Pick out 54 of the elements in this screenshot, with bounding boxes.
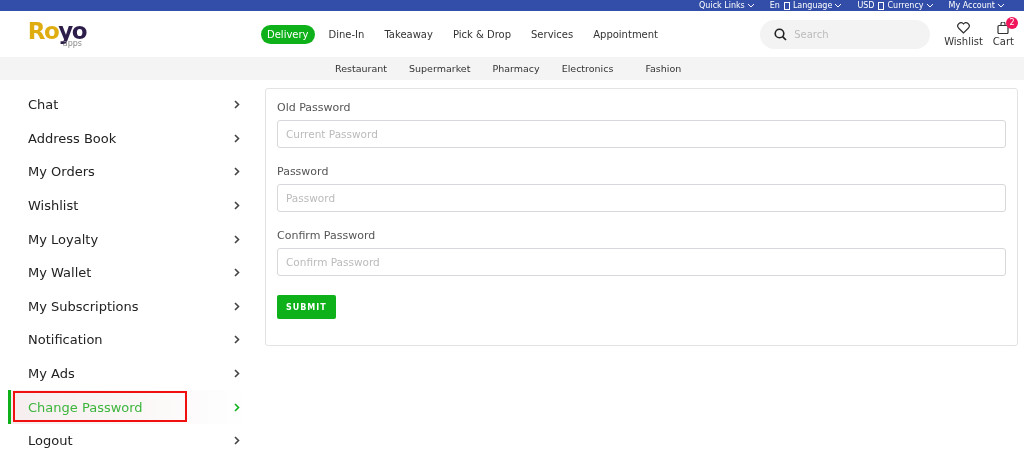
service-mode-tab[interactable]: Dine-In: [322, 24, 371, 44]
service-mode-tab[interactable]: Pick & Drop: [446, 24, 517, 44]
caret-icon: [747, 3, 754, 8]
chevron-right-icon: [234, 268, 240, 278]
heart-icon: [957, 21, 970, 34]
category-link[interactable]: Electronics: [561, 63, 614, 74]
chevron-right-icon: [234, 369, 240, 379]
password-field[interactable]: Current Password: [277, 120, 1006, 148]
wishlist-button[interactable]: Wishlist: [944, 21, 983, 47]
sidebar-item[interactable]: My Subscriptions: [8, 289, 248, 324]
field-label: Old Password: [277, 101, 352, 114]
password-field[interactable]: Password: [277, 184, 1006, 212]
chevron-right-icon: [234, 402, 240, 412]
category-link[interactable]: Restaurant: [335, 63, 387, 74]
field-label: Password: [277, 165, 330, 178]
chevron-right-icon: [234, 335, 240, 345]
service-mode-tab[interactable]: Appointment: [587, 24, 665, 44]
sidebar-item[interactable]: My Loyalty: [8, 222, 248, 256]
caret-icon: [926, 3, 933, 8]
top-bar-link[interactable]: Language: [783, 0, 842, 11]
category-link[interactable]: Fashion: [645, 63, 682, 74]
top-bar-link[interactable]: USD: [857, 0, 875, 11]
chevron-right-icon: [234, 301, 240, 311]
cart-count-badge: 2: [1006, 16, 1018, 29]
category-link[interactable]: Pharmacy: [492, 63, 540, 74]
chevron-right-icon: [234, 133, 240, 143]
top-bar-link[interactable]: Quick Links: [699, 0, 754, 11]
sidebar-item[interactable]: Wishlist: [8, 188, 248, 223]
chevron-right-icon: [234, 436, 240, 446]
field-label: Confirm Password: [277, 229, 377, 242]
sidebar-item[interactable]: Logout: [8, 423, 248, 458]
service-mode-tab[interactable]: Services: [525, 24, 580, 44]
category-link[interactable]: Supermarket: [409, 63, 471, 74]
sidebar-item[interactable]: My Ads: [8, 356, 248, 391]
top-bar-link[interactable]: My Account: [948, 0, 1004, 11]
sidebar-item[interactable]: Notification: [8, 323, 248, 357]
document-icon: [783, 1, 790, 10]
top-bar-link[interactable]: En: [769, 0, 780, 11]
document-icon: [878, 1, 885, 10]
top-bar-link[interactable]: Currency: [878, 0, 933, 11]
caret-icon: [998, 3, 1004, 8]
chevron-right-icon: [234, 201, 240, 211]
search-icon: [774, 27, 788, 41]
password-field[interactable]: Confirm Password: [277, 248, 1006, 276]
sidebar-item[interactable]: My Orders: [8, 155, 248, 189]
chevron-right-icon: [234, 167, 240, 177]
caret-icon: [835, 3, 842, 8]
sidebar-item[interactable]: My Wallet: [8, 255, 248, 290]
sidebar-item[interactable]: Address Book: [8, 121, 248, 156]
chevron-right-icon: [234, 100, 240, 110]
sidebar-item[interactable]: Chat: [8, 88, 248, 122]
service-mode-tab[interactable]: Takeaway: [378, 24, 439, 44]
bag-icon: [997, 21, 1010, 34]
chevron-right-icon: [234, 234, 240, 244]
